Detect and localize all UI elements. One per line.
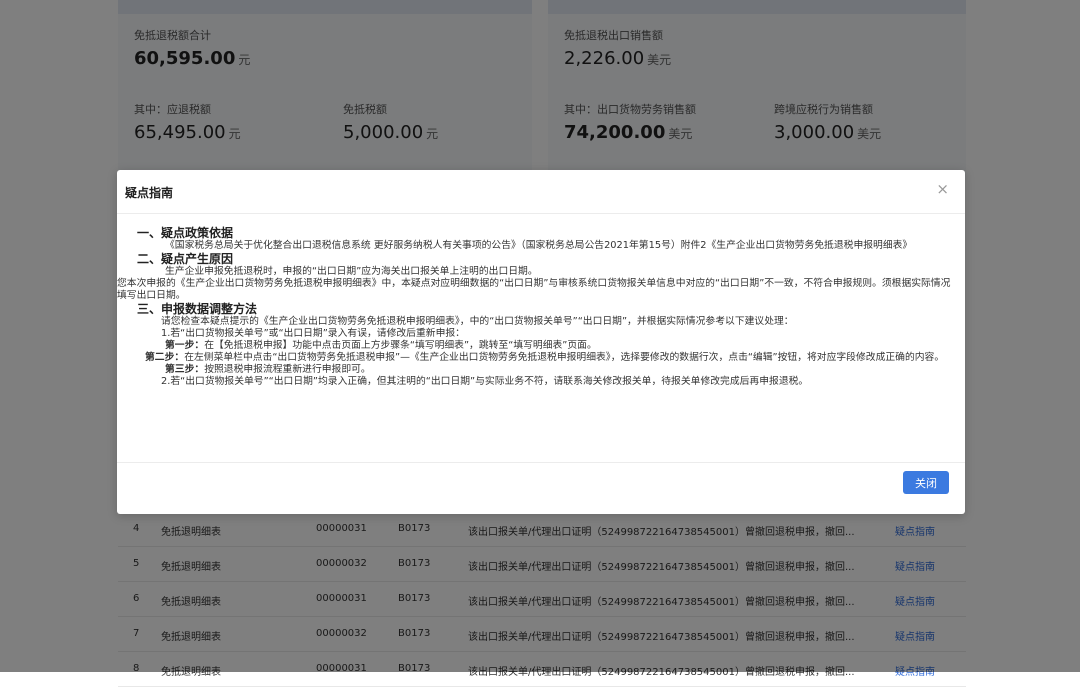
step-3-label: 第三步： [165,364,205,375]
step-2: 第二步：在左侧菜单栏中点击“出口货物劳务免抵退税申报”—《生产企业出口货物劳务免… [117,352,953,364]
section-title-adjust: 三、申报数据调整方法 [137,302,258,316]
dialog-title: 疑点指南 [125,186,174,200]
close-button[interactable]: 关闭 [903,471,949,494]
dialog-footer: 关闭 [117,462,965,514]
step-3: 第三步：按照退税申报流程重新进行申报即可。 [137,364,953,376]
adjust-item-2: 2.若“出口货物报关单号”“出口日期”均录入正确，但其注明的“出口日期”与实际业… [161,376,809,387]
step-1-text: 在【免抵退税申报】功能中点击页面上方步骤条“填写明细表”，跳转至“填写明细表”页… [204,340,597,351]
close-icon[interactable]: × [936,182,949,197]
section-title-cause: 二、疑点产生原因 [137,252,234,266]
step-2-text: 在左侧菜单栏中点击“出口货物劳务免抵退税申报”—《生产企业出口货物劳务免抵退税申… [184,352,945,363]
section-title-policy: 一、疑点政策依据 [137,226,234,240]
adjust-intro: 请您检查本疑点提示的《生产企业出口货物劳务免抵退税申报明细表》，中的“出口货物报… [161,316,794,327]
step-2-label: 第二步： [145,352,185,363]
step-3-text: 按照退税申报流程重新进行申报即可。 [204,364,371,375]
doubt-guide-dialog: 疑点指南 × 一、疑点政策依据 《国家税务总局关于优化整合出口退税信息系统 更好… [117,170,965,514]
step-1-label: 第一步： [165,340,205,351]
step-1: 第一步：在【免抵退税申报】功能中点击页面上方步骤条“填写明细表”，跳转至“填写明… [137,340,953,352]
dialog-header: 疑点指南 × [117,170,965,214]
adjust-item-1: 1.若“出口货物报关单号”或“出口日期”录入有误，请修改后重新申报： [161,328,465,339]
cause-text-2: 您本次申报的《生产企业出口货物劳务免抵退税申报明细表》中，本疑点对应明细数据的“… [117,278,951,301]
policy-text: 《国家税务总局关于优化整合出口退税信息系统 更好服务纳税人有关事项的公告》（国家… [165,240,913,251]
dialog-body: 一、疑点政策依据 《国家税务总局关于优化整合出口退税信息系统 更好服务纳税人有关… [117,226,953,388]
cause-text-1: 生产企业申报免抵退税时，申报的“出口日期”应为海关出口报关单上注明的出口日期。 [165,266,538,277]
